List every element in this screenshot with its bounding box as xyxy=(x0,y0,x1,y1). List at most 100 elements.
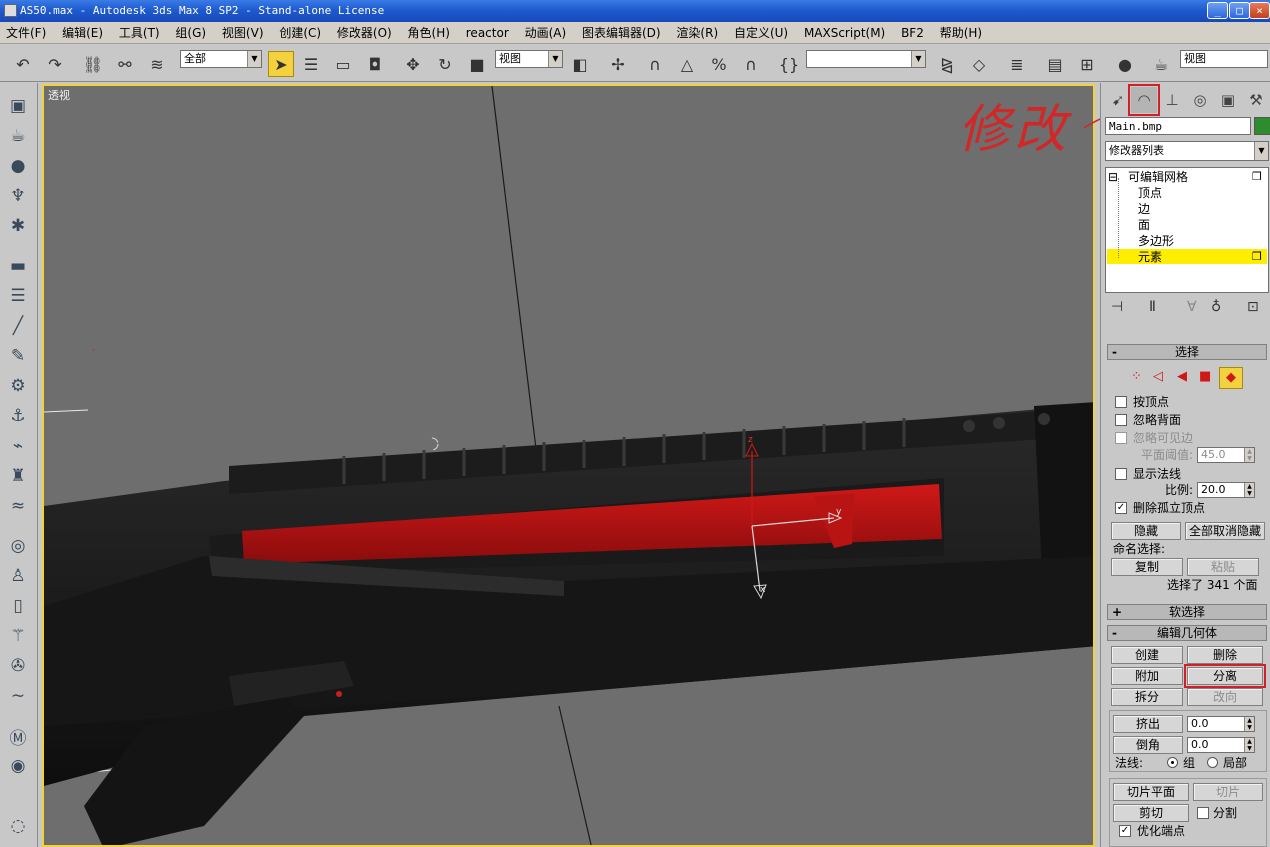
stack-item-edge[interactable]: 边 xyxy=(1138,202,1150,216)
scale-spinner[interactable]: 20.0 ▲ ▼ xyxy=(1197,482,1255,498)
edit-geometry-rollout-header[interactable]: - 编辑几何体 xyxy=(1107,625,1267,641)
figure-icon[interactable]: ♙ xyxy=(4,563,32,589)
group-radio[interactable] xyxy=(1167,757,1178,768)
extrude-spinner[interactable]: 0.0 ▲ ▼ xyxy=(1187,716,1255,732)
percent-snap-icon[interactable]: % xyxy=(706,51,732,77)
stack-item-face[interactable]: 面 xyxy=(1138,218,1150,232)
menu-edit[interactable]: 编辑(E) xyxy=(56,22,109,44)
window-crossing-icon[interactable]: ◘ xyxy=(362,51,388,77)
menu-group[interactable]: 组(G) xyxy=(169,22,212,44)
extrude-button[interactable]: 挤出 xyxy=(1113,715,1183,733)
layer-manager-icon[interactable]: ≣ xyxy=(1004,51,1030,77)
max-script-icon[interactable]: Ⓜ xyxy=(4,723,32,749)
menu-maxscript[interactable]: MAXScript(M) xyxy=(798,22,891,44)
light-icon[interactable]: ♆ xyxy=(4,183,32,209)
modifier-list-dropdown[interactable]: 修改器列表 ▼ xyxy=(1105,141,1269,161)
selection-rollout-header[interactable]: - 选择 xyxy=(1107,344,1267,360)
local-radio[interactable] xyxy=(1207,757,1218,768)
bone-icon[interactable]: ╱ xyxy=(4,313,32,339)
planar-thresh-spinner[interactable]: 45.0 ▲ ▼ xyxy=(1197,447,1255,463)
layers-icon[interactable]: ☰ xyxy=(4,283,32,309)
delete-button[interactable]: 删除 xyxy=(1187,646,1263,664)
menu-file[interactable]: 文件(F) xyxy=(0,22,52,44)
hide-button[interactable]: 隐藏 xyxy=(1111,522,1181,540)
stack-item-vertex[interactable]: 顶点 xyxy=(1138,186,1162,200)
object-name-field[interactable]: Main.bmp xyxy=(1105,117,1251,135)
display-tab-icon[interactable]: ▣ xyxy=(1215,87,1241,113)
refine-ends-checkbox[interactable]: ✓ xyxy=(1119,825,1131,837)
hair-icon[interactable]: ⚚ xyxy=(4,623,32,649)
modifier-stack[interactable]: ⊟ 可编辑网格 ❒ 顶点 边 面 多边形 元素 ❒ xyxy=(1105,167,1269,293)
cloth-icon[interactable]: ▯ xyxy=(4,593,32,619)
minimize-button[interactable]: _ xyxy=(1207,2,1228,19)
redo-icon[interactable]: ↷ xyxy=(42,51,68,77)
box-icon[interactable]: ▣ xyxy=(4,93,32,119)
stack-root-editable-mesh[interactable]: 可编辑网格 xyxy=(1128,170,1188,184)
menu-tools[interactable]: 工具(T) xyxy=(113,22,166,44)
globe-icon[interactable]: ◉ xyxy=(4,753,32,779)
render-scene-icon[interactable]: ☕ xyxy=(1148,51,1174,77)
split-button[interactable]: 拆分 xyxy=(1111,688,1183,706)
menu-views[interactable]: 视图(V) xyxy=(216,22,270,44)
show-end-result-icon[interactable]: Ⅱ xyxy=(1149,299,1156,315)
by-vertex-checkbox[interactable] xyxy=(1115,396,1127,408)
hierarchy-tab-icon[interactable]: ⊥ xyxy=(1159,87,1185,113)
split-checkbox[interactable] xyxy=(1197,807,1209,819)
menu-create[interactable]: 创建(C) xyxy=(273,22,327,44)
close-button[interactable]: × xyxy=(1249,2,1270,19)
align-icon[interactable]: ◇ xyxy=(966,51,992,77)
move-icon[interactable]: ✥ xyxy=(400,51,426,77)
remove-modifier-icon[interactable]: ♁ xyxy=(1211,299,1221,315)
create-tab-icon[interactable]: ➹ xyxy=(1105,87,1131,113)
paint-icon[interactable]: ✎ xyxy=(4,343,32,369)
helper-icon[interactable]: ⚓ xyxy=(4,403,32,429)
configure-sets-icon[interactable]: ⊡ xyxy=(1247,299,1259,315)
element-mode-icon[interactable]: ◆ xyxy=(1219,367,1243,389)
cut-button[interactable]: 剪切 xyxy=(1113,804,1189,822)
menu-customize[interactable]: 自定义(U) xyxy=(728,22,794,44)
attach-button[interactable]: 附加 xyxy=(1111,667,1183,685)
unhide-all-button[interactable]: 全部取消隐藏 xyxy=(1185,522,1265,540)
display-icon[interactable]: ▬ xyxy=(4,253,32,279)
stack-item-element[interactable]: 元素 xyxy=(1138,250,1162,264)
pivot-center-icon[interactable]: ◧ xyxy=(567,51,593,77)
stack-item-polygon[interactable]: 多边形 xyxy=(1138,234,1174,248)
create-button[interactable]: 创建 xyxy=(1111,646,1183,664)
sphere-icon[interactable]: ● xyxy=(4,153,32,179)
ignore-visible-edges-checkbox[interactable] xyxy=(1115,432,1127,444)
spinner-arrows-icon[interactable]: ▲ ▼ xyxy=(1244,717,1254,731)
face-mode-icon[interactable]: ◀ xyxy=(1177,369,1187,384)
teapot-icon[interactable]: ☕ xyxy=(4,123,32,149)
vertex-mode-icon[interactable]: ⁘ xyxy=(1131,369,1142,384)
object-color-swatch[interactable] xyxy=(1254,117,1270,135)
angle-snap-icon[interactable]: △ xyxy=(674,51,700,77)
snap-3d-icon[interactable]: ∩ xyxy=(642,51,668,77)
named-selection-dropdown[interactable]: ▼ xyxy=(806,50,926,68)
soft-selection-rollout-header[interactable]: + 软选择 xyxy=(1107,604,1267,620)
unlink-icon[interactable]: ⚯ xyxy=(112,51,138,77)
camera-icon[interactable]: ⌁ xyxy=(4,433,32,459)
spinner-snap-icon[interactable]: ∩ xyxy=(738,51,764,77)
slice-button[interactable]: 切片 xyxy=(1193,783,1263,801)
scale-icon[interactable]: ■ xyxy=(464,51,490,77)
chamfer-button[interactable]: 倒角 xyxy=(1113,736,1183,754)
make-unique-icon[interactable]: ∀ xyxy=(1187,299,1197,315)
edit-named-selections-icon[interactable]: {} xyxy=(776,51,802,77)
wheel-icon[interactable]: ✇ xyxy=(4,653,32,679)
menu-animation[interactable]: 动画(A) xyxy=(519,22,573,44)
stack-collapse-icon[interactable]: ⊟ xyxy=(1108,170,1118,184)
perspective-viewport[interactable]: 透视 z y x - xyxy=(42,84,1095,847)
select-by-name-icon[interactable]: ☰ xyxy=(298,51,324,77)
biped-icon[interactable]: ✱ xyxy=(4,213,32,239)
link-icon[interactable]: ⛓ xyxy=(80,51,106,77)
menu-character[interactable]: 角色(H) xyxy=(402,22,456,44)
spinner-arrows-icon[interactable]: ▲ ▼ xyxy=(1244,448,1254,462)
render-view-dropdown[interactable]: 视图 xyxy=(1180,50,1268,68)
selection-filter-dropdown[interactable]: 全部 ▼ xyxy=(180,50,262,68)
rotate-icon[interactable]: ↻ xyxy=(432,51,458,77)
copy-button[interactable]: 复制 xyxy=(1111,558,1183,576)
modify-tab-icon[interactable]: ◠ xyxy=(1128,84,1160,116)
gear-icon[interactable]: ⚙ xyxy=(4,373,32,399)
turn-button[interactable]: 改向 xyxy=(1187,688,1263,706)
ignore-backface-checkbox[interactable] xyxy=(1115,414,1127,426)
